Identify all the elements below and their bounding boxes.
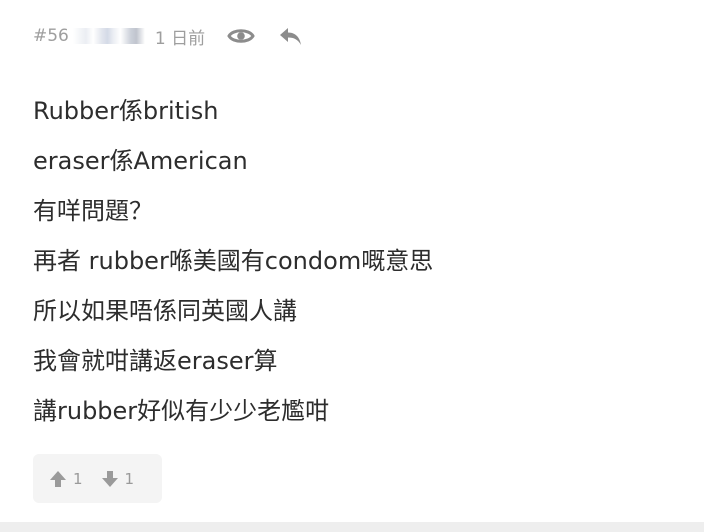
content-line: 有咩問題？ xyxy=(33,197,153,225)
username-blurred[interactable] xyxy=(72,28,145,44)
post-content: Rubber係british eraser係American 有咩問題？ 再者 … xyxy=(33,86,673,436)
post-header: #56 1 日前 xyxy=(33,22,303,50)
reply-icon[interactable] xyxy=(277,25,303,47)
content-line: Rubber係british xyxy=(33,97,219,125)
thumbs-down-icon xyxy=(101,470,119,488)
upvote-count: 1 xyxy=(73,469,83,488)
post-card: #56 1 日前 Rubber係british eraser係American … xyxy=(0,0,704,522)
thumbs-up-icon xyxy=(49,470,67,488)
content-line: 我會就咁講返eraser算 xyxy=(33,347,278,375)
content-line: eraser係American xyxy=(33,147,248,175)
downvote-button[interactable]: 1 xyxy=(101,469,135,488)
downvote-count: 1 xyxy=(124,469,135,488)
post-separator xyxy=(0,522,704,532)
eye-icon[interactable] xyxy=(227,26,255,46)
content-line: 再者 rubber喺美國有condom嘅意思 xyxy=(33,247,434,275)
vote-box: 1 1 xyxy=(33,454,162,503)
content-line: 所以如果唔係同英國人講 xyxy=(33,297,297,325)
post-time: 1 日前 xyxy=(154,28,206,49)
content-line: 講rubber好似有少少老尷咁 xyxy=(33,397,330,425)
post-number: #56 xyxy=(33,26,69,46)
upvote-button[interactable]: 1 xyxy=(49,470,83,488)
